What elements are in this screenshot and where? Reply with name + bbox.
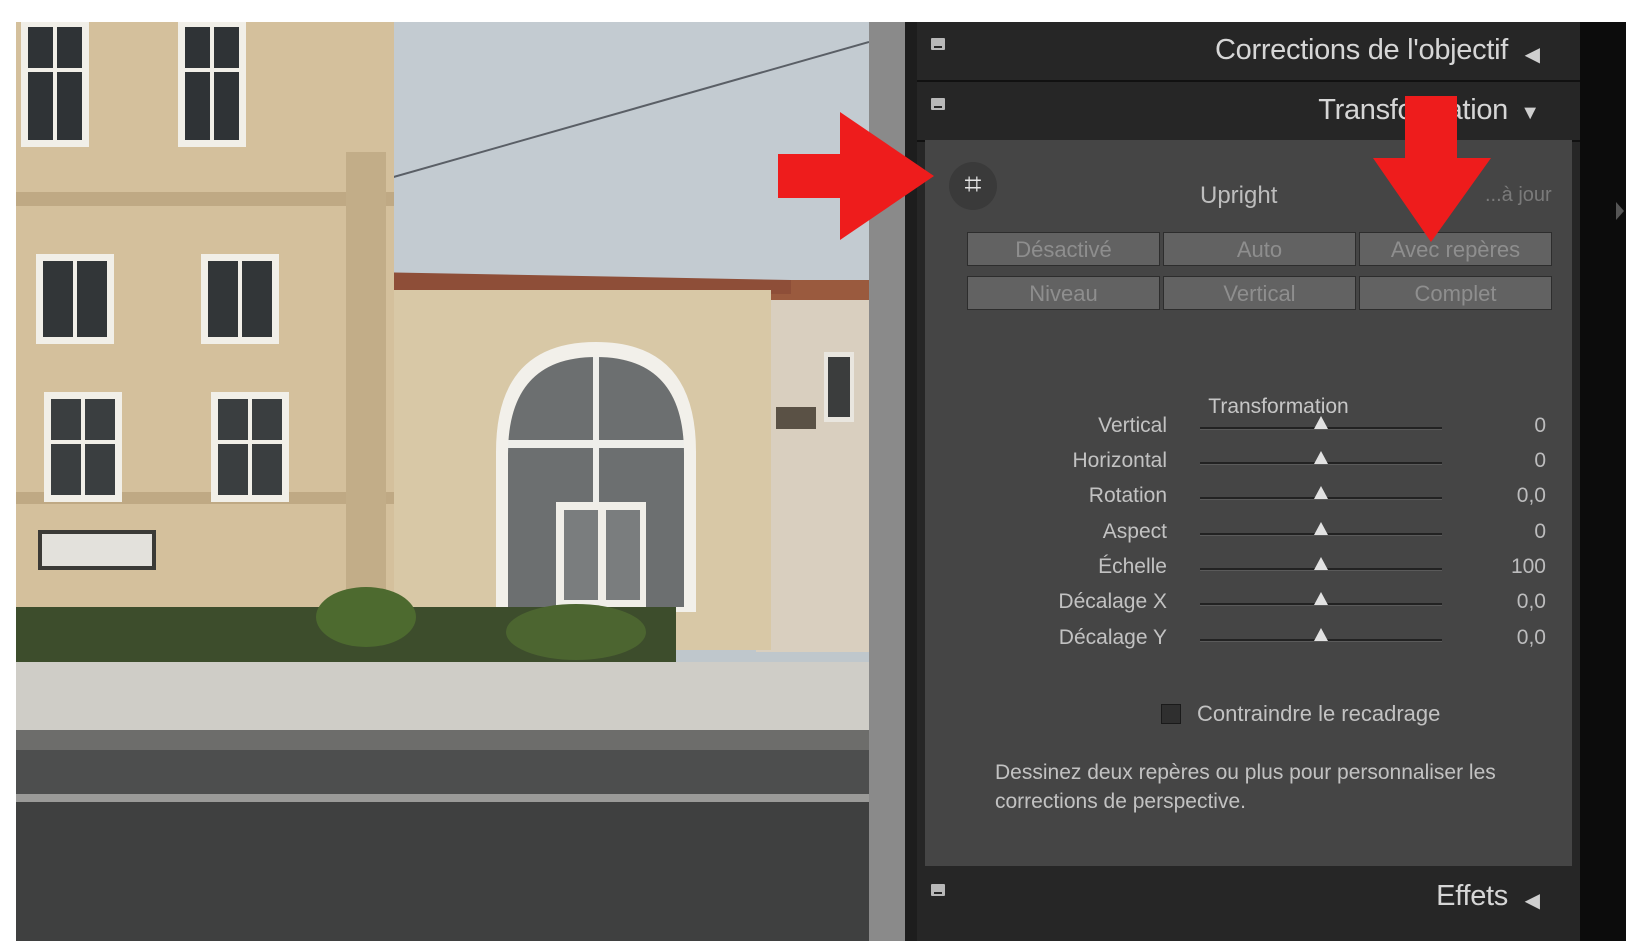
slider-value[interactable]: 100 [1511, 555, 1546, 579]
slider-value[interactable]: 0,0 [1517, 590, 1546, 614]
collapse-arrow-icon[interactable]: ◀ [1525, 888, 1540, 913]
upright-full-button[interactable]: Complet [1359, 276, 1552, 310]
section-title: Corrections de l'objectif [1214, 34, 1508, 66]
panel-switch-icon[interactable] [931, 98, 945, 110]
slider-aspect[interactable]: Aspect 0 [925, 516, 1572, 552]
right-pointing-arrow-icon [778, 112, 934, 240]
constrain-crop-label: Contraindre le recadrage [1197, 701, 1441, 726]
slider-value[interactable]: 0 [1534, 520, 1546, 544]
slider-value[interactable]: 0,0 [1517, 626, 1546, 650]
upright-off-button[interactable]: Désactivé [967, 232, 1160, 266]
slider-label: Horizontal [1072, 449, 1167, 472]
slider-horizontal[interactable]: Horizontal 0 [925, 445, 1572, 481]
photo-preview[interactable] [16, 22, 869, 941]
slider-label: Aspect [1102, 520, 1167, 543]
collapse-arrow-icon[interactable]: ◀ [1525, 42, 1540, 67]
panel-switch-icon[interactable] [931, 38, 945, 50]
expand-arrow-icon[interactable]: ▼ [1520, 102, 1540, 125]
upright-buttons-row-2: Niveau Vertical Complet [967, 276, 1552, 310]
transform-section-body: ⌗ Upright ...à jour Désactivé Auto Avec … [925, 140, 1572, 866]
upright-level-button[interactable]: Niveau [967, 276, 1160, 310]
slider-label: Échelle [1098, 555, 1167, 578]
slider-vertical[interactable]: Vertical 0 [925, 410, 1572, 446]
update-link[interactable]: ...à jour [1485, 184, 1552, 207]
upright-vertical-button[interactable]: Vertical [1163, 276, 1356, 310]
slider-value[interactable]: 0 [1534, 414, 1546, 438]
section-title: Effets [1436, 880, 1508, 912]
expand-panel-icon[interactable] [1616, 202, 1624, 220]
constrain-crop-checkbox[interactable] [1161, 704, 1181, 724]
slider-offset-y[interactable]: Décalage Y 0,0 [925, 622, 1572, 658]
slider-label: Vertical [1098, 414, 1167, 437]
slider-thumb[interactable] [1314, 628, 1328, 641]
lens-corrections-header[interactable]: Corrections de l'objectif ◀ [917, 22, 1580, 82]
effects-header[interactable]: Effets ◀ [917, 868, 1580, 926]
slider-value[interactable]: 0,0 [1517, 484, 1546, 508]
arrow-shape [1373, 96, 1491, 242]
slider-scale[interactable]: Échelle 100 [925, 551, 1572, 587]
building-photo [16, 22, 869, 941]
slider-thumb[interactable] [1314, 486, 1328, 499]
window-edge [1580, 22, 1626, 941]
upright-auto-button[interactable]: Auto [1163, 232, 1356, 266]
panel-switch-icon[interactable] [931, 884, 945, 896]
slider-label: Rotation [1088, 484, 1167, 507]
slider-rotation[interactable]: Rotation 0,0 [925, 480, 1572, 516]
arrow-shape [778, 112, 934, 240]
slider-thumb[interactable] [1314, 451, 1328, 464]
guided-upright-tool-icon[interactable]: ⌗ [949, 162, 997, 210]
slider-label: Décalage X [1058, 590, 1167, 613]
guided-help-text: Dessinez deux repères ou plus pour perso… [995, 761, 1496, 813]
slider-thumb[interactable] [1314, 592, 1328, 605]
slider-offset-x[interactable]: Décalage X 0,0 [925, 586, 1572, 622]
slider-value[interactable]: 0 [1534, 449, 1546, 473]
upright-label: Upright [1200, 182, 1278, 209]
slider-thumb[interactable] [1314, 557, 1328, 570]
slider-thumb[interactable] [1314, 416, 1328, 429]
down-pointing-arrow-icon [1373, 96, 1491, 242]
slider-label: Décalage Y [1058, 626, 1167, 649]
slider-thumb[interactable] [1314, 522, 1328, 535]
